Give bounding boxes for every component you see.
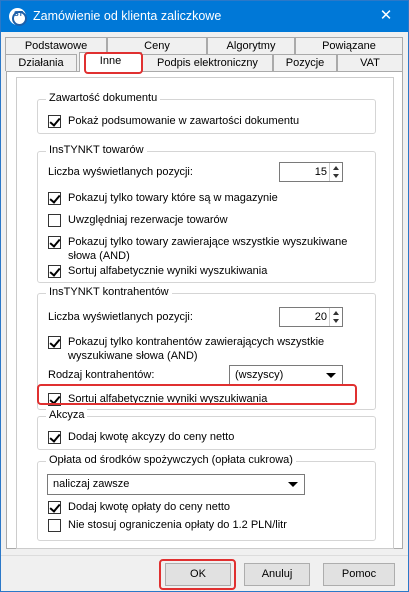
tab-podpis-elektroniczny[interactable]: Podpis elektroniczny <box>142 54 273 71</box>
tab-pozycje[interactable]: Pozycje <box>273 54 337 71</box>
reservations-checkbox[interactable] <box>48 214 61 227</box>
chevron-down-icon <box>288 482 298 487</box>
reservations-row[interactable]: Uwzględniaj rezerwacje towarów <box>48 213 228 227</box>
footer-separator <box>1 555 408 556</box>
tab-vat[interactable]: VAT <box>337 54 403 71</box>
towary-all-words-checkbox[interactable] <box>48 236 61 249</box>
group-instynkt-towary: InsTYNKT towarów Liczba wyświetlanych po… <box>37 144 376 283</box>
group-akcyza: Akcyza Dodaj kwotę akcyzy do ceny netto <box>37 409 376 450</box>
kontrahenci-type-select[interactable]: (wszyscy) <box>229 365 343 386</box>
towary-sort-checkbox[interactable] <box>48 265 61 278</box>
options-panel: Zawartość dokumentu Pokaż podsumowanie w… <box>16 77 394 549</box>
type-label: Rodzaj kontrahentów: <box>48 369 155 381</box>
only-in-stock-row[interactable]: Pokazuj tylko towary które są w magazyni… <box>48 191 278 205</box>
select-value: naliczaj zawsze <box>53 478 130 490</box>
window-title: Zamówienie od klienta zaliczkowe <box>33 9 222 23</box>
group-oplata: Opłata od środków spożywczych (opłata cu… <box>37 454 376 541</box>
checkbox-label: Dodaj kwotę opłaty do ceny netto <box>68 501 231 513</box>
spinner-arrows[interactable] <box>329 163 342 181</box>
checkbox-label: Sortuj alfabetycznie wyniki wyszukiwania <box>68 393 268 405</box>
select-value: (wszyscy) <box>235 369 284 381</box>
group-title: InsTYNKT towarów <box>46 144 147 156</box>
group-title: Zawartość dokumentu <box>46 92 161 104</box>
app-logo-icon: ST <box>9 8 27 26</box>
group-zawartosc: Zawartość dokumentu Pokaż podsumowanie w… <box>37 92 376 134</box>
tab-dzialania[interactable]: Działania <box>5 54 77 71</box>
spinner-arrows[interactable] <box>329 308 342 326</box>
towary-sort-row[interactable]: Sortuj alfabetycznie wyniki wyszukiwania <box>48 264 267 278</box>
chevron-down-icon <box>326 373 336 378</box>
cancel-button[interactable]: Anuluj <box>244 563 310 586</box>
kontrahenci-sort-checkbox[interactable] <box>48 393 61 406</box>
towary-all-words-row[interactable]: Pokazuj tylko towary zawierające wszystk… <box>48 235 363 263</box>
count-label: Liczba wyświetlanych pozycji: <box>48 166 193 178</box>
tab-inne[interactable]: Inne <box>79 52 142 72</box>
checkbox-label: Pokazuj tylko towary które są w magazyni… <box>68 192 278 204</box>
group-title: Opłata od środków spożywczych (opłata cu… <box>46 454 296 466</box>
show-summary-row[interactable]: Pokaż podsumowanie w zawartości dokument… <box>48 114 299 128</box>
checkbox-label: Nie stosuj ograniczenia opłaty do 1.2 PL… <box>68 519 287 531</box>
checkbox-label: Dodaj kwotę akcyzy do ceny netto <box>68 431 235 443</box>
spinner-value: 15 <box>314 166 327 178</box>
spin-down-icon[interactable] <box>333 174 339 178</box>
close-button[interactable]: ✕ <box>364 1 408 32</box>
spin-down-icon[interactable] <box>333 319 339 323</box>
spin-up-icon[interactable] <box>333 311 339 315</box>
kontrahenci-all-words-checkbox[interactable] <box>48 336 61 349</box>
oplata-no-limit-row[interactable]: Nie stosuj ograniczenia opłaty do 1.2 PL… <box>48 518 287 532</box>
akcyza-add-row[interactable]: Dodaj kwotę akcyzy do ceny netto <box>48 430 234 444</box>
tab-powiazane[interactable]: Powiązane <box>295 37 403 54</box>
spin-up-icon[interactable] <box>333 166 339 170</box>
group-instynkt-kontrahenci: InsTYNKT kontrahentów Liczba wyświetlany… <box>37 286 376 410</box>
oplata-add-row[interactable]: Dodaj kwotę opłaty do ceny netto <box>48 500 230 514</box>
checkbox-label: Pokazuj tylko towary zawierające wszystk… <box>68 236 348 262</box>
checkbox-label: Pokazuj tylko kontrahentów zawierających… <box>68 336 325 362</box>
oplata-no-limit-checkbox[interactable] <box>48 519 61 532</box>
towary-count-spinner[interactable]: 15 <box>279 162 343 182</box>
spinner-value: 20 <box>314 311 327 323</box>
dialog-window: ST Zamówienie od klienta zaliczkowe ✕ Po… <box>0 0 409 592</box>
help-button[interactable]: Pomoc <box>323 563 395 586</box>
checkbox-label: Sortuj alfabetycznie wyniki wyszukiwania <box>68 265 268 277</box>
kontrahenci-count-spinner[interactable]: 20 <box>279 307 343 327</box>
count-label: Liczba wyświetlanych pozycji: <box>48 311 193 323</box>
only-in-stock-checkbox[interactable] <box>48 192 61 205</box>
group-title: InsTYNKT kontrahentów <box>46 286 172 298</box>
group-title: Akcyza <box>46 409 88 421</box>
checkbox-label: Uwzględniaj rezerwacje towarów <box>68 214 228 226</box>
oplata-add-checkbox[interactable] <box>48 501 61 514</box>
akcyza-add-checkbox[interactable] <box>48 431 61 444</box>
oplata-mode-select[interactable]: naliczaj zawsze <box>47 474 305 495</box>
checkbox-label: Pokaż podsumowanie w zawartości dokument… <box>68 115 300 127</box>
title-bar[interactable]: ST Zamówienie od klienta zaliczkowe ✕ <box>1 1 408 32</box>
tab-algorytmy[interactable]: Algorytmy <box>207 37 295 54</box>
ok-button[interactable]: OK <box>165 563 231 586</box>
kontrahenci-all-words-row[interactable]: Pokazuj tylko kontrahentów zawierających… <box>48 335 348 363</box>
show-summary-checkbox[interactable] <box>48 115 61 128</box>
kontrahenci-sort-row[interactable]: Sortuj alfabetycznie wyniki wyszukiwania <box>48 392 267 406</box>
